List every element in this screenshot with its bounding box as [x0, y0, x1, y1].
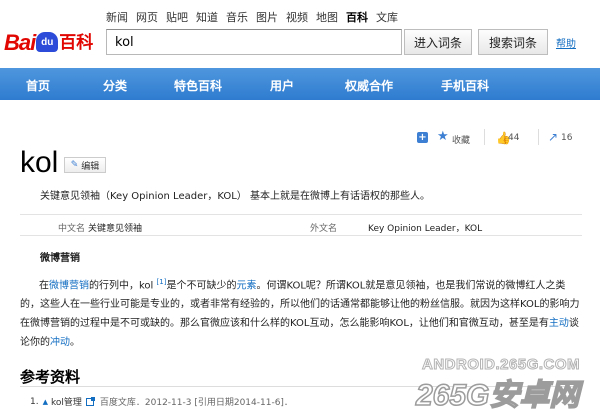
- infobox-value: 关键意见领袖: [88, 224, 143, 234]
- nav-home[interactable]: 首页: [26, 77, 50, 94]
- logo-paw-icon: du: [36, 32, 59, 52]
- nav-category[interactable]: 分类: [103, 77, 127, 94]
- infobox: 中文名 关键意见领袖 外文名 Key Opinion Leader，KOL: [20, 214, 582, 236]
- page: Bai du 百科 新闻 网页 贴吧 知道 音乐 图片 视频 地图 百科 文库 …: [0, 0, 600, 411]
- external-link-icon[interactable]: [85, 396, 95, 406]
- link-active[interactable]: 主动: [549, 318, 569, 329]
- watermark-logo: 265G安卓网: [415, 378, 580, 411]
- link-weibo-marketing[interactable]: 微博营销: [49, 280, 89, 291]
- search-input[interactable]: [106, 29, 402, 55]
- text: 。: [70, 337, 80, 349]
- summary: 关键意见领袖（Key Opinion Leader，KOL） 基本上就是在微博上…: [40, 191, 430, 202]
- page-title: kol: [20, 146, 59, 179]
- text: 在: [39, 280, 49, 292]
- topnav-wenku[interactable]: 文库: [376, 11, 398, 25]
- main-nav: 首页 分类 特色百科 用户 权威合作 手机百科: [0, 68, 600, 100]
- topnav-map[interactable]: 地图: [316, 11, 338, 25]
- infobox-key: 外文名: [310, 224, 338, 234]
- ref-link[interactable]: kol管理: [51, 395, 82, 408]
- references-title: 参考资料: [20, 368, 81, 386]
- share-count: 16: [561, 133, 573, 143]
- enter-entry-button[interactable]: 进入词条: [404, 29, 472, 55]
- top-nav: 新闻 网页 贴吧 知道 音乐 图片 视频 地图 百科 文库: [106, 11, 406, 25]
- like-count: 44: [508, 133, 520, 143]
- ref-number: 1.: [30, 396, 39, 407]
- favorite-label[interactable]: 收藏: [452, 133, 470, 146]
- ref-meta: 百度文库．2012-11-3 [引用日期2014-11-6]．: [99, 398, 293, 408]
- topnav-images[interactable]: 图片: [256, 11, 278, 25]
- link-element[interactable]: 元素: [236, 280, 256, 291]
- text: 是个不可缺少的: [166, 280, 237, 292]
- logo-baike: 百科: [59, 33, 94, 53]
- divider: [538, 129, 539, 145]
- pencil-icon: ✎: [70, 160, 79, 170]
- divider: [484, 129, 485, 145]
- nav-partners[interactable]: 权威合作: [345, 77, 393, 94]
- topnav-news[interactable]: 新闻: [106, 11, 128, 25]
- paragraph: 在微博营销的行列中，kol [1]是个不可缺少的元素。何谓KOL呢？所谓KOL就…: [20, 273, 585, 352]
- topnav-music[interactable]: 音乐: [226, 11, 248, 25]
- logo-bai: Bai: [4, 30, 36, 55]
- caret-up-icon[interactable]: ▲: [43, 398, 48, 406]
- help-link[interactable]: 帮助: [556, 35, 576, 50]
- text: 的行列中，kol: [89, 280, 154, 292]
- nav-mobile[interactable]: 手机百科: [441, 77, 489, 94]
- section-heading: 微博营销: [40, 253, 80, 264]
- topnav-baike[interactable]: 百科: [346, 11, 368, 25]
- search-entry-button[interactable]: 搜索词条: [478, 29, 548, 55]
- star-icon[interactable]: ★: [437, 130, 449, 144]
- edit-button[interactable]: ✎ 编辑: [64, 157, 106, 173]
- infobox-key: 中文名: [58, 224, 86, 234]
- nav-user[interactable]: 用户: [270, 77, 294, 94]
- topnav-video[interactable]: 视频: [286, 11, 308, 25]
- link-impulse[interactable]: 冲动: [50, 337, 70, 348]
- add-icon[interactable]: +: [417, 132, 428, 143]
- reference-item: 1. ▲ kol管理 百度文库．2012-11-3 [引用日期2014-11-6…: [30, 395, 293, 408]
- citation-link[interactable]: [1]: [157, 278, 167, 286]
- baidu-baike-logo[interactable]: Bai du 百科: [4, 28, 93, 54]
- nav-featured[interactable]: 特色百科: [174, 77, 222, 94]
- topnav-tieba[interactable]: 贴吧: [166, 11, 188, 25]
- topnav-web[interactable]: 网页: [136, 11, 158, 25]
- infobox-value: Key Opinion Leader，KOL: [368, 224, 483, 234]
- share-icon[interactable]: ↗: [548, 130, 558, 144]
- edit-label: 编辑: [81, 161, 100, 172]
- topnav-zhidao[interactable]: 知道: [196, 11, 218, 25]
